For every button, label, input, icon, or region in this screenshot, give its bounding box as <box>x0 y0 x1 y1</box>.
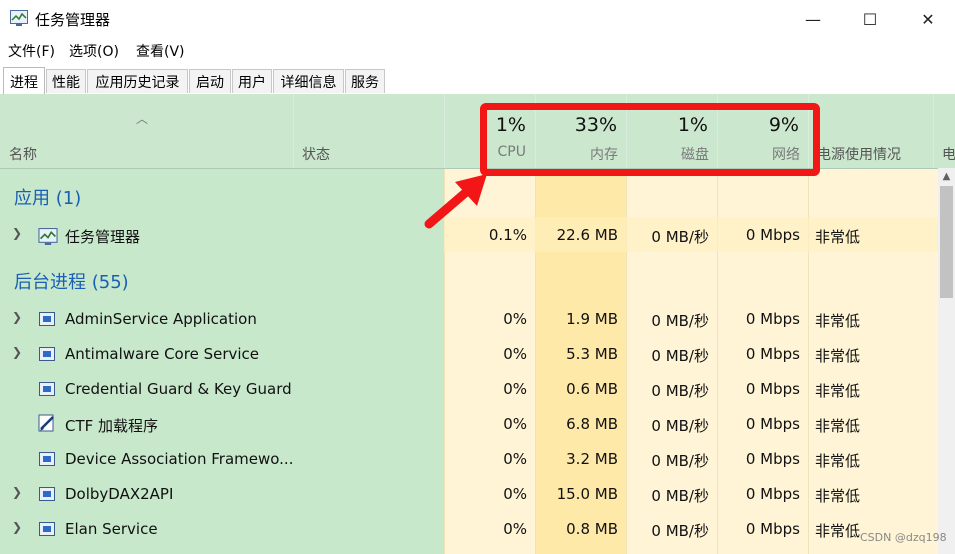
column-name[interactable]: 名称 <box>9 144 37 164</box>
tab-startup[interactable]: 启动 <box>189 69 231 93</box>
title-bar[interactable]: 任务管理器 — ☐ ✕ <box>0 0 955 38</box>
tab-performance[interactable]: 性能 <box>46 69 86 93</box>
scroll-up-arrow-icon[interactable]: ▲ <box>938 168 955 185</box>
cpu-value: 0% <box>503 345 527 363</box>
disk-value: 0 MB/秒 <box>651 522 709 540</box>
group-apps-title: 应用 (1) <box>14 188 82 209</box>
scrollbar-thumb[interactable] <box>940 186 953 298</box>
network-value: 0 Mbps <box>745 310 800 328</box>
window-title: 任务管理器 <box>35 11 111 29</box>
power-value: 非常低 <box>815 452 861 470</box>
network-value: 0 Mbps <box>745 345 800 363</box>
disk-value: 0 MB/秒 <box>651 417 709 435</box>
service-window-icon <box>39 522 55 536</box>
cpu-value: 0% <box>503 415 527 433</box>
tab-processes[interactable]: 进程 <box>3 67 45 95</box>
network-value: 0 Mbps <box>745 226 800 244</box>
memory-value: 22.6 MB <box>556 226 618 244</box>
network-value: 0 Mbps <box>745 380 800 398</box>
process-name: CTF 加载程序 <box>65 417 159 435</box>
cpu-value: 0% <box>503 380 527 398</box>
service-window-icon <box>39 487 55 501</box>
maximize-button[interactable]: ☐ <box>847 0 893 38</box>
cpu-value: 0% <box>503 520 527 538</box>
process-name: 任务管理器 <box>65 228 141 246</box>
annotation-highlight-box <box>480 103 820 176</box>
power-value: 非常低 <box>815 228 861 246</box>
tab-app-history[interactable]: 应用历史记录 <box>87 69 188 93</box>
power-value: 非常低 <box>815 347 861 365</box>
disk-value: 0 MB/秒 <box>651 382 709 400</box>
network-value: 0 Mbps <box>745 450 800 468</box>
memory-value: 15.0 MB <box>556 485 618 503</box>
tab-details[interactable]: 详细信息 <box>273 69 344 93</box>
ctf-pen-icon <box>38 414 54 432</box>
network-value: 0 Mbps <box>745 520 800 538</box>
memory-value: 1.9 MB <box>566 310 618 328</box>
power-value: 非常低 <box>815 487 861 505</box>
annotation-arrow-icon <box>424 174 487 229</box>
memory-value: 0.8 MB <box>566 520 618 538</box>
task-manager-app-icon <box>10 10 28 26</box>
expand-chevron-icon[interactable]: ❯ <box>12 310 22 324</box>
column-status[interactable]: 状态 <box>302 144 330 164</box>
tab-users[interactable]: 用户 <box>232 69 272 93</box>
disk-value: 0 MB/秒 <box>651 347 709 365</box>
power-value: 非常低 <box>815 312 861 330</box>
power-value: 非常低 <box>815 417 861 435</box>
column-power-trend[interactable]: 电 <box>942 144 955 164</box>
taskmgr-icon <box>38 228 58 245</box>
process-name: Credential Guard & Key Guard <box>65 380 292 398</box>
service-window-icon <box>39 347 55 361</box>
minimize-button[interactable]: — <box>790 0 836 38</box>
disk-value: 0 MB/秒 <box>651 452 709 470</box>
column-power-usage[interactable]: 电源使用情况 <box>817 144 901 164</box>
network-value: 0 Mbps <box>745 485 800 503</box>
service-window-icon <box>39 312 55 326</box>
close-button[interactable]: ✕ <box>905 0 951 38</box>
disk-value: 0 MB/秒 <box>651 228 709 246</box>
service-window-icon <box>39 382 55 396</box>
power-value: 非常低 <box>815 382 861 400</box>
process-name: Antimalware Core Service <box>65 345 260 363</box>
disk-value: 0 MB/秒 <box>651 312 709 330</box>
sort-arrow-up-icon[interactable]: ︿ <box>136 110 148 127</box>
disk-value: 0 MB/秒 <box>651 487 709 505</box>
group-background-title: 后台进程 (55) <box>14 272 129 293</box>
cpu-value: 0% <box>503 485 527 503</box>
menu-view[interactable]: 查看(V) <box>136 41 185 61</box>
process-name: Elan Service <box>65 520 158 538</box>
watermark: CSDN @dzq198 <box>860 531 947 544</box>
expand-chevron-icon[interactable]: ❯ <box>12 520 22 534</box>
tab-strip: 进程 性能 应用历史记录 启动 用户 详细信息 服务 <box>0 64 955 95</box>
process-name: Device Association Framewo... <box>65 450 294 468</box>
menu-options[interactable]: 选项(O) <box>69 41 119 61</box>
memory-value: 0.6 MB <box>566 380 618 398</box>
cpu-value: 0% <box>503 310 527 328</box>
service-window-icon <box>39 452 55 466</box>
expand-chevron-icon[interactable]: ❯ <box>12 485 22 499</box>
cpu-value: 0% <box>503 450 527 468</box>
menu-file[interactable]: 文件(F) <box>8 41 55 61</box>
memory-value: 5.3 MB <box>566 345 618 363</box>
memory-value: 3.2 MB <box>566 450 618 468</box>
process-name: AdminService Application <box>65 310 257 328</box>
process-name: DolbyDAX2API <box>65 485 174 503</box>
expand-chevron-icon[interactable]: ❯ <box>12 226 22 240</box>
tab-services[interactable]: 服务 <box>345 69 385 93</box>
menu-bar: 文件(F) 选项(O) 查看(V) <box>0 38 955 64</box>
expand-chevron-icon[interactable]: ❯ <box>12 345 22 359</box>
network-value: 0 Mbps <box>745 415 800 433</box>
memory-value: 6.8 MB <box>566 415 618 433</box>
power-value: 非常低 <box>815 522 861 540</box>
